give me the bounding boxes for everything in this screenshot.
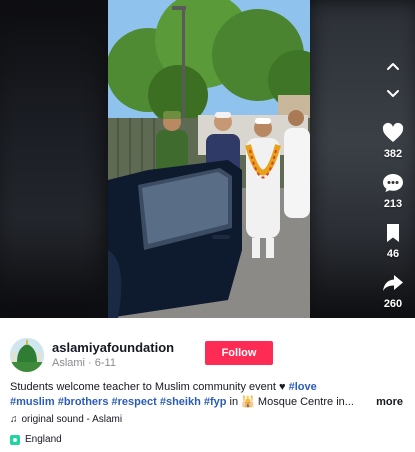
- share-count: 260: [383, 298, 403, 310]
- action-rail: 382 213 46 260: [371, 54, 415, 310]
- mosque-dome-icon: [10, 338, 44, 372]
- comment-count: 213: [383, 198, 403, 210]
- like-button[interactable]: 382: [379, 120, 407, 160]
- video-frame[interactable]: [108, 0, 310, 318]
- follow-button[interactable]: Follow: [205, 341, 273, 365]
- location-label: England: [25, 434, 62, 445]
- author-row: aslamiyafoundation Aslami · 6-11 Follow: [10, 338, 405, 372]
- hashtag-sheikh[interactable]: #sheikh: [160, 396, 201, 408]
- location-pin-icon: [10, 434, 20, 445]
- hashtag-respect[interactable]: #respect: [112, 396, 157, 408]
- sound-label: original sound - Aslami: [21, 414, 123, 425]
- bookmark-count: 46: [386, 248, 400, 260]
- more-button[interactable]: more: [376, 395, 403, 410]
- hashtag-brothers[interactable]: #brothers: [58, 396, 109, 408]
- sound-row[interactable]: ♫ original sound - Aslami: [10, 414, 122, 425]
- location-row[interactable]: England: [10, 434, 62, 445]
- video-still: [108, 0, 310, 318]
- video-player[interactable]: 382 213 46 260: [0, 0, 415, 318]
- hashtag-fyp[interactable]: #fyp: [204, 396, 227, 408]
- hashtag-love[interactable]: #love: [289, 381, 317, 393]
- like-count: 382: [383, 148, 403, 160]
- comment-button[interactable]: 213: [379, 170, 407, 210]
- video-info-panel: aslamiyafoundation Aslami · 6-11 Follow …: [0, 318, 415, 452]
- bookmark-icon: [379, 220, 407, 246]
- chevron-up-icon[interactable]: [380, 54, 406, 80]
- music-note-icon: ♫: [10, 414, 18, 425]
- hashtag-muslim[interactable]: #muslim: [10, 396, 55, 408]
- avatar[interactable]: [10, 338, 44, 372]
- heart-icon: [379, 120, 407, 146]
- caption: Students welcome teacher to Muslim commu…: [10, 380, 405, 410]
- share-button[interactable]: 260: [379, 270, 407, 310]
- author-name[interactable]: aslamiyafoundation: [52, 340, 174, 355]
- video-blur-left: [0, 0, 104, 318]
- bookmark-button[interactable]: 46: [379, 220, 407, 260]
- comment-icon: [379, 170, 407, 196]
- caption-text: Students welcome teacher to Muslim commu…: [10, 381, 289, 393]
- author-sub: Aslami · 6-11: [52, 357, 116, 369]
- caption-location-text: in 🕌 Mosque Centre in...: [226, 396, 354, 408]
- share-icon: [379, 270, 407, 296]
- chevron-down-icon[interactable]: [380, 80, 406, 106]
